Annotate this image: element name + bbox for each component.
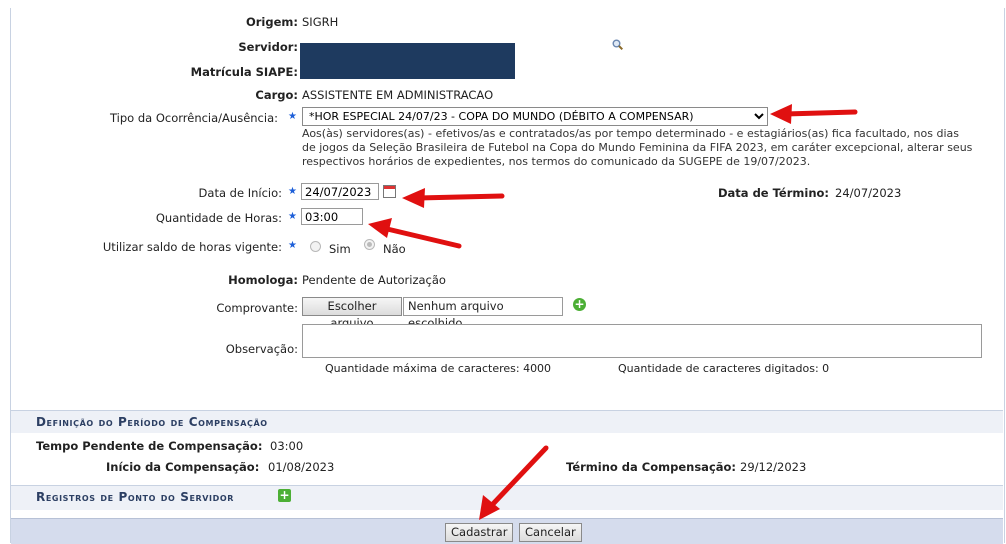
arrow-to-cadastrar	[489, 445, 549, 508]
annotation-arrows	[368, 104, 858, 520]
arrow-head	[770, 104, 792, 124]
arrow-to-data	[415, 193, 505, 201]
arrow-head	[402, 188, 425, 208]
arrow-to-tipo	[782, 109, 858, 117]
arrow-to-horas	[380, 225, 462, 249]
arrow-head	[368, 218, 392, 238]
